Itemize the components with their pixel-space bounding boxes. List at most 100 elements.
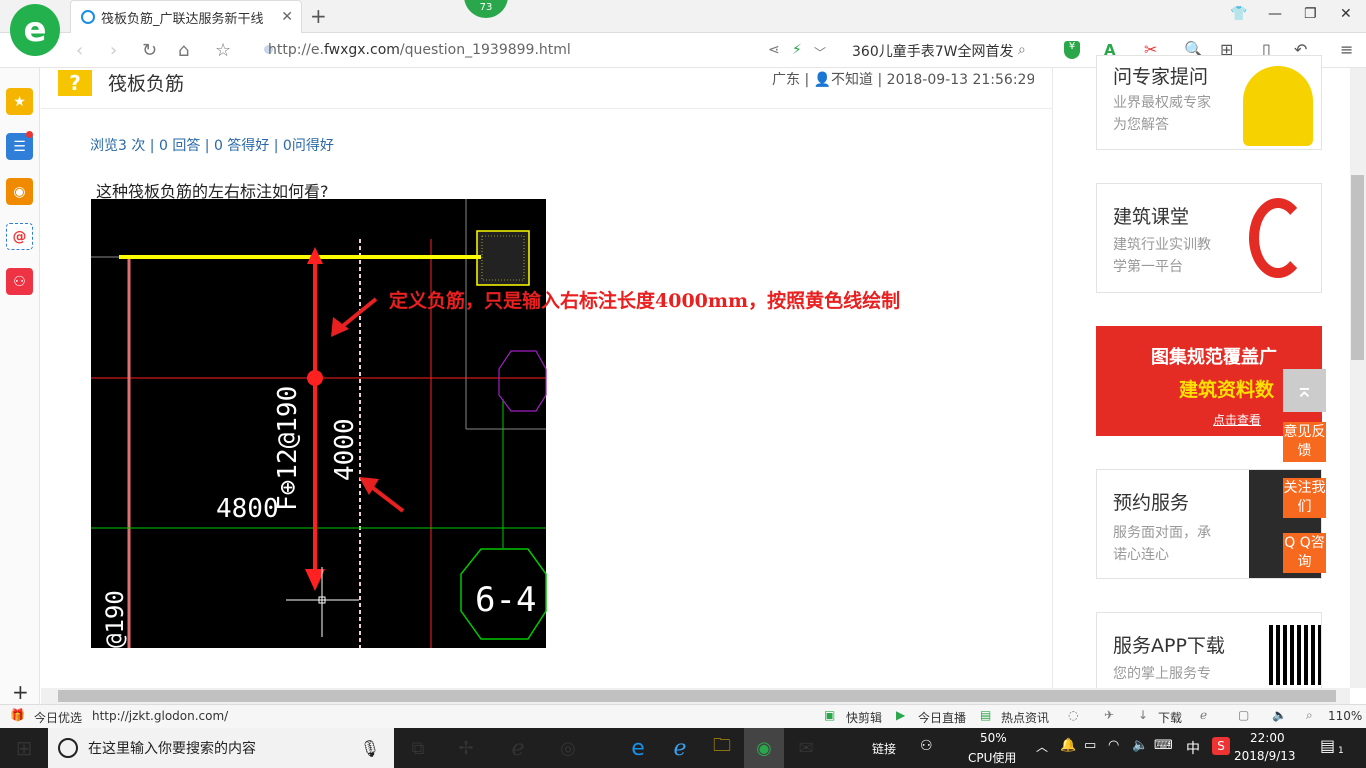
add-sidebar-icon[interactable]: +: [12, 680, 29, 704]
pin-icon[interactable]: ✈: [1104, 708, 1114, 722]
speaker-icon[interactable]: 🔈: [1132, 738, 1148, 753]
accelerate-icon[interactable]: ◌: [1068, 708, 1078, 722]
taskbar-search-input[interactable]: 在这里输入你要搜索的内容 🎙: [48, 728, 394, 768]
clock-time[interactable]: 22:00: [1250, 731, 1285, 745]
gift-icon[interactable]: 🎁: [10, 708, 25, 722]
windows-start-icon[interactable]: ⊞: [0, 728, 48, 768]
microphone-icon[interactable]: 🎙: [360, 739, 380, 758]
people-icon[interactable]: ⚇: [920, 738, 933, 754]
hotnews-icon: ▤: [980, 708, 992, 722]
glodon-logo-icon: [1249, 198, 1307, 278]
vertical-scroll-thumb[interactable]: [1351, 175, 1364, 360]
maximize-icon[interactable]: ❐: [1304, 6, 1317, 22]
status-item-live[interactable]: 今日直播: [918, 709, 966, 726]
home-icon[interactable]: ⌂: [178, 40, 189, 61]
cad-annotation-text: 定义负筋，只是输入右标注长度4000mm，按照黄色线绘制: [389, 289, 900, 312]
close-window-icon[interactable]: ✕: [1340, 6, 1352, 22]
news-ticker[interactable]: 360儿童手表7W全网首发: [852, 41, 1013, 61]
wifi-icon[interactable]: ◠: [1108, 738, 1119, 753]
ask-expert-card[interactable]: 问专家提问 业界最权威专家 为您解答: [1096, 55, 1322, 150]
question-icon: ?: [58, 70, 92, 96]
refresh-icon[interactable]: ↻: [142, 40, 157, 61]
status-item-news[interactable]: 热点资讯: [1001, 709, 1049, 726]
card-subtitle: 业界最权威专家: [1113, 95, 1211, 111]
task-view-icon[interactable]: ⧉: [400, 728, 436, 768]
follow-us-button[interactable]: 关注我们: [1283, 478, 1326, 518]
today-pick-link[interactable]: 今日优选: [34, 709, 82, 726]
app-download-card[interactable]: 服务APP下载 您的掌上服务专: [1096, 612, 1322, 688]
status-item-clip[interactable]: 快剪辑: [846, 709, 882, 726]
vertical-scrollbar[interactable]: [1350, 68, 1366, 688]
weibo-icon[interactable]: ◉: [6, 178, 33, 205]
tray-up-icon[interactable]: ︿: [1036, 738, 1048, 755]
favorites-star-icon[interactable]: ★: [6, 88, 33, 115]
browser-e-icon[interactable]: ℯ: [498, 728, 538, 768]
tab-close-icon[interactable]: ✕: [281, 9, 293, 25]
cad-svg: F⊕12@190 4000 4800 6-4 @190 定义负筋，只是输入右标注…: [91, 199, 900, 648]
action-center-icon[interactable]: ▤: [1320, 736, 1335, 755]
horizontal-scroll-thumb[interactable]: [58, 690, 1336, 702]
back-to-top-button[interactable]: ⌅: [1283, 369, 1326, 412]
fan-app-icon[interactable]: ✢: [446, 728, 486, 768]
sogou-ime-icon[interactable]: S: [1212, 737, 1230, 755]
banner-line1: 图集规范覆盖广: [1151, 347, 1277, 368]
skin-icon[interactable]: 👕: [1230, 6, 1247, 22]
360-browser-taskbar-icon[interactable]: ◉: [744, 728, 784, 768]
ie-mode-icon[interactable]: ℯ: [1200, 708, 1207, 722]
building-class-card[interactable]: 建筑课堂 建筑行业实训教 学第一平台: [1096, 183, 1322, 293]
dropdown-chevron-icon[interactable]: ﹀: [814, 44, 826, 61]
cad-bottom-label: @190: [101, 590, 129, 648]
card-subtitle: 为您解答: [1113, 117, 1169, 133]
zoom-level[interactable]: 110%: [1328, 709, 1362, 723]
download-icon: ↓: [1138, 708, 1149, 722]
browser-logo-icon[interactable]: e: [10, 4, 60, 56]
qr-code-icon: [1269, 625, 1321, 685]
share-icon[interactable]: ⋖: [768, 42, 780, 58]
ie-icon[interactable]: ℯ: [660, 728, 700, 768]
cad-axis-label: 6-4: [475, 580, 536, 620]
mail-icon[interactable]: ✉: [786, 728, 826, 768]
feedback-button[interactable]: 意见反馈: [1283, 422, 1326, 462]
menu-icon[interactable]: ≡: [1340, 40, 1353, 59]
new-tab-icon[interactable]: +: [310, 4, 327, 28]
card-subtitle: 您的掌上服务专: [1113, 666, 1211, 682]
search-icon[interactable]: ⌕: [1018, 42, 1026, 58]
status-item-download[interactable]: 下载: [1158, 709, 1182, 726]
card-title: 问专家提问: [1113, 66, 1209, 88]
links-toolbar[interactable]: 链接: [872, 740, 896, 757]
volume-icon[interactable]: 🔈: [1272, 708, 1287, 722]
file-explorer-icon[interactable]: 🗀: [702, 728, 742, 768]
clock-date[interactable]: 2018/9/13: [1234, 749, 1296, 763]
unread-dot: [26, 131, 33, 138]
search-placeholder: 在这里输入你要搜索的内容: [88, 741, 256, 757]
live-icon: ▶: [896, 708, 906, 722]
qq-consult-button[interactable]: Q Q咨询: [1283, 533, 1326, 573]
cad-dimension-label: 4800: [216, 494, 279, 524]
speed-mode-icon[interactable]: ⚡: [792, 42, 802, 58]
ime-indicator[interactable]: 中: [1186, 738, 1200, 758]
browser-tab[interactable]: 筏板负筋_广联达服务新干线 ✕: [70, 0, 302, 33]
edge-icon[interactable]: e: [618, 728, 658, 768]
column-box: [476, 230, 530, 286]
card-title: 建筑课堂: [1113, 206, 1190, 228]
security-shield-icon[interactable]: ¥: [1064, 41, 1080, 59]
cpu-percent: 50%: [980, 731, 1007, 745]
email-icon[interactable]: @: [6, 223, 33, 250]
battery-icon[interactable]: ▭: [1084, 738, 1096, 753]
forward-icon[interactable]: ›: [110, 40, 117, 61]
cortana-icon: [58, 738, 78, 758]
game-icon[interactable]: ⚇: [6, 268, 33, 295]
status-url: http://jzkt.glodon.com/: [92, 709, 229, 723]
window-icon[interactable]: ▢: [1238, 708, 1249, 722]
back-icon[interactable]: ‹: [76, 40, 83, 61]
favorite-star-icon[interactable]: ☆: [215, 40, 231, 61]
mascot-icon: [1243, 66, 1313, 146]
notification-bell-icon[interactable]: 🔔: [1060, 738, 1076, 753]
question-stats[interactable]: 浏览3 次 | 0 回答 | 0 答得好 | 0问得好: [90, 135, 334, 155]
minimize-icon[interactable]: —: [1268, 6, 1282, 22]
url-input[interactable]: http://e.fwxgx.com/question_1939899.html: [268, 42, 571, 58]
swirl-app-icon[interactable]: ◎: [548, 728, 588, 768]
card-title: 服务APP下载: [1113, 635, 1225, 657]
zoom-icon[interactable]: ⌕: [1306, 708, 1313, 723]
keyboard-icon[interactable]: ⌨: [1154, 738, 1173, 753]
